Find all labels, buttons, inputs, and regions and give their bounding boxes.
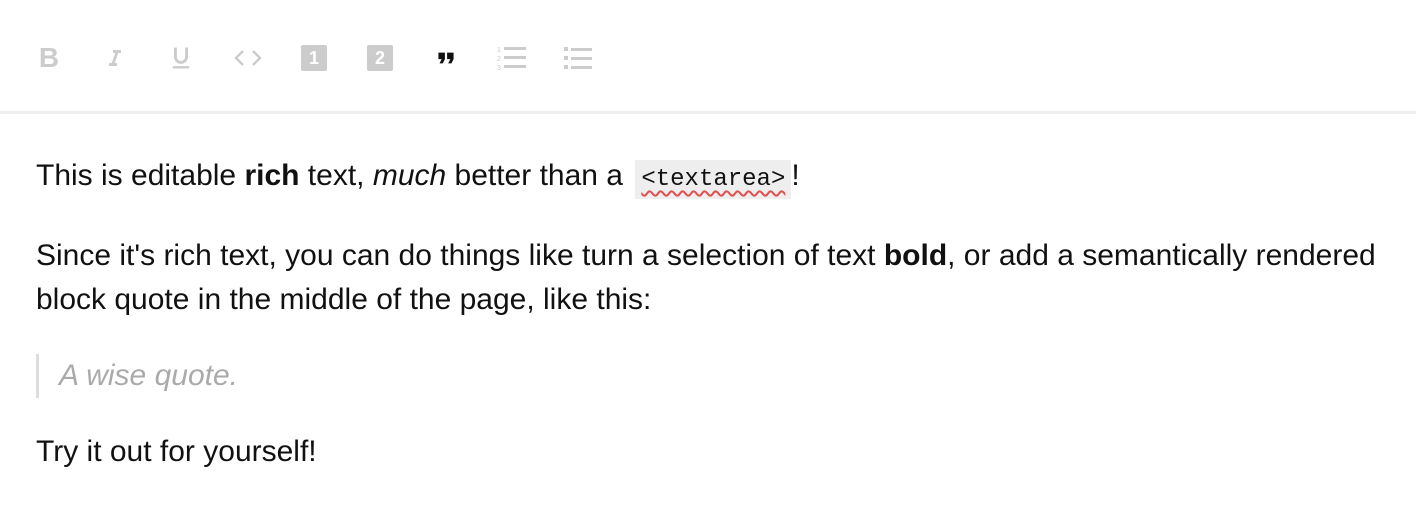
text-segment: text,	[299, 159, 373, 192]
editor-toolbar: B 1 2 1 2 3	[0, 0, 1416, 114]
looks-two-icon: 2	[367, 45, 393, 71]
bulleted-list-button[interactable]	[558, 36, 598, 80]
block-quote-button[interactable]	[426, 36, 466, 80]
format-bold-icon: B	[38, 42, 60, 73]
text-segment: Since it's rich text, you can do things …	[36, 239, 884, 272]
format-quote-icon	[438, 52, 454, 64]
code-icon	[234, 50, 262, 66]
bold-button[interactable]: B	[29, 36, 69, 80]
text-segment: better than a	[446, 159, 632, 192]
format-italic-icon	[109, 50, 121, 66]
format-list-numbered-icon: 1 2 3	[497, 47, 526, 72]
svg-text:3: 3	[497, 65, 501, 72]
bold-text: rich	[244, 159, 300, 192]
italic-text: much	[372, 159, 447, 192]
format-underline-icon	[172, 47, 190, 69]
looks-one-icon: 1	[301, 45, 327, 71]
heading-two-button[interactable]: 2	[360, 36, 400, 80]
code-button[interactable]	[228, 36, 268, 80]
text-segment: This is editable	[36, 159, 245, 192]
paragraph-cta: Try it out for yourself!	[36, 435, 317, 468]
italic-button[interactable]	[95, 36, 135, 80]
heading-one-button[interactable]: 1	[294, 36, 334, 80]
block-quote: A wise quote.	[36, 354, 1380, 398]
svg-text:1: 1	[497, 47, 501, 54]
rich-text-editor[interactable]: This is editable rich text, much better …	[36, 154, 1380, 474]
bold-text: bold	[883, 239, 948, 272]
underline-button[interactable]	[161, 36, 201, 80]
format-list-bulleted-icon	[564, 47, 592, 69]
paragraph-description: Since it's rich text, you can do things …	[36, 234, 1380, 322]
inline-code: <textarea>	[635, 160, 792, 199]
text-segment: !	[791, 159, 800, 192]
paragraph-intro: This is editable rich text, much better …	[36, 154, 1380, 202]
numbered-list-button[interactable]: 1 2 3	[492, 36, 532, 80]
svg-text:2: 2	[497, 56, 501, 63]
